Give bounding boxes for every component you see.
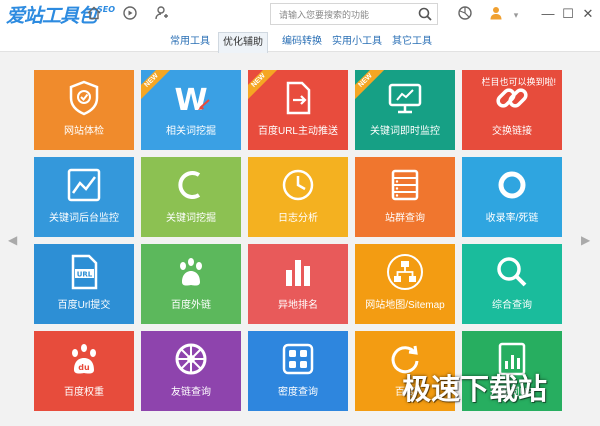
tool-tile[interactable]: 百度外链 <box>141 244 241 324</box>
tool-tile-label: 百度Url提交 <box>34 300 134 312</box>
logo-text: 爱站工具包 <box>6 5 96 27</box>
tool-tile-label: 密度查询 <box>248 387 348 399</box>
url-push-icon <box>278 78 318 118</box>
tool-tile[interactable]: 收录率/死链 <box>462 157 562 237</box>
tool-tile[interactable]: du 百度权重 <box>34 331 134 411</box>
svg-text:W: W <box>174 83 207 118</box>
top-bar: 爱站工具包 SEO ▾ — ☐ ✕ <box>0 0 600 30</box>
tool-tile[interactable]: 交换链接 栏目也可以换到啦! <box>462 70 562 150</box>
tool-tile-label: 友链查询 <box>141 387 241 399</box>
search-icon <box>492 252 532 292</box>
tool-tile[interactable]: 关键词即时监控 NEW <box>355 70 455 150</box>
tool-tile-label: 关键词后台监控 <box>34 213 134 225</box>
monitor-icon <box>385 78 425 118</box>
sitemap-icon <box>385 252 425 292</box>
new-badge: NEW <box>355 70 387 102</box>
tool-tile[interactable]: 网站地图/Sitemap <box>355 244 455 324</box>
tool-tile[interactable]: 站群查询 <box>355 157 455 237</box>
tool-tile-label: 日志分析 <box>248 213 348 225</box>
search-icon[interactable] <box>417 6 433 22</box>
ring-icon <box>492 165 532 205</box>
url-doc-icon: URL <box>64 252 104 292</box>
tool-tile-label: 异地排名 <box>248 300 348 312</box>
tool-tile-label: 收录率/死链 <box>462 213 562 225</box>
watermark: 极速下载站 <box>402 366 547 408</box>
tool-tile-label: 百度权重 <box>34 387 134 399</box>
tool-tile[interactable]: 日志分析 <box>248 157 348 237</box>
search-input[interactable] <box>277 6 421 24</box>
site-check-icon <box>64 78 104 118</box>
clock-icon <box>278 165 318 205</box>
tool-tile[interactable]: 关键词后台监控 <box>34 157 134 237</box>
tab-encoding[interactable]: 编码转换 <box>282 35 322 49</box>
list-icon <box>385 165 425 205</box>
search-box[interactable] <box>270 3 438 25</box>
tool-tile-label: 百度外链 <box>141 300 241 312</box>
tool-tile-label: 站群查询 <box>355 213 455 225</box>
tool-tile-label: 百度URL主动推送 <box>248 126 348 138</box>
tool-tile[interactable]: URL 百度Url提交 <box>34 244 134 324</box>
letter-c-icon <box>171 165 211 205</box>
chart-monitor-icon <box>64 165 104 205</box>
paw-icon <box>171 252 211 292</box>
next-page-arrow[interactable]: ▶ <box>581 233 590 247</box>
tool-tile-label: 交换链接 <box>462 126 562 138</box>
svg-text:du: du <box>78 363 90 372</box>
tab-common-tools[interactable]: 常用工具 <box>170 35 210 49</box>
close-button[interactable]: ✕ <box>580 4 596 24</box>
tool-tile[interactable]: 综合查询 <box>462 244 562 324</box>
w-letter-icon: W <box>171 78 211 118</box>
tool-tile-label: 相关词挖掘 <box>141 126 241 138</box>
bar-chart-icon <box>278 252 318 292</box>
home-icon[interactable] <box>84 5 104 25</box>
tool-tile-label: 关键词挖掘 <box>141 213 241 225</box>
tool-tile-label: 综合查询 <box>462 300 562 312</box>
tool-tile[interactable]: 密度查询 <box>248 331 348 411</box>
tool-tile-label: 网站体检 <box>34 126 134 138</box>
tool-tile[interactable]: 友链查询 <box>141 331 241 411</box>
new-badge: NEW <box>248 70 280 102</box>
tab-utilities[interactable]: 实用小工具 <box>332 35 382 49</box>
tool-tile[interactable]: 百度URL主动推送 NEW <box>248 70 348 150</box>
tool-tile[interactable]: 关键词挖掘 <box>141 157 241 237</box>
tab-optimization[interactable]: 优化辅助 <box>218 32 268 53</box>
skin-icon[interactable] <box>455 5 475 25</box>
new-badge: NEW <box>141 70 173 102</box>
account-dropdown-icon[interactable]: ▾ <box>506 5 526 25</box>
tool-tile[interactable]: 异地排名 <box>248 244 348 324</box>
tool-tile[interactable]: 网站体检 <box>34 70 134 150</box>
tab-bar: 常用工具 优化辅助 编码转换 实用小工具 其它工具 <box>0 30 600 52</box>
tool-tile[interactable]: W 相关词挖掘 NEW <box>141 70 241 150</box>
user-settings-icon[interactable] <box>152 5 172 25</box>
play-circle-icon[interactable] <box>120 5 140 25</box>
tool-tile-label: 关键词即时监控 <box>355 126 455 138</box>
account-icon[interactable] <box>486 5 506 25</box>
tool-tile-label: 网站地图/Sitemap <box>355 300 455 312</box>
grid-icon <box>278 339 318 379</box>
minimize-button[interactable]: — <box>540 4 556 24</box>
maximize-button[interactable]: ☐ <box>560 4 576 24</box>
tab-other-tools[interactable]: 其它工具 <box>392 35 432 49</box>
svg-text:URL: URL <box>77 271 93 279</box>
prev-page-arrow[interactable]: ◀ <box>8 233 17 247</box>
du-paw-icon: du <box>64 339 104 379</box>
tile-tip: 栏目也可以换到啦! <box>481 75 556 88</box>
wheel-icon <box>171 339 211 379</box>
